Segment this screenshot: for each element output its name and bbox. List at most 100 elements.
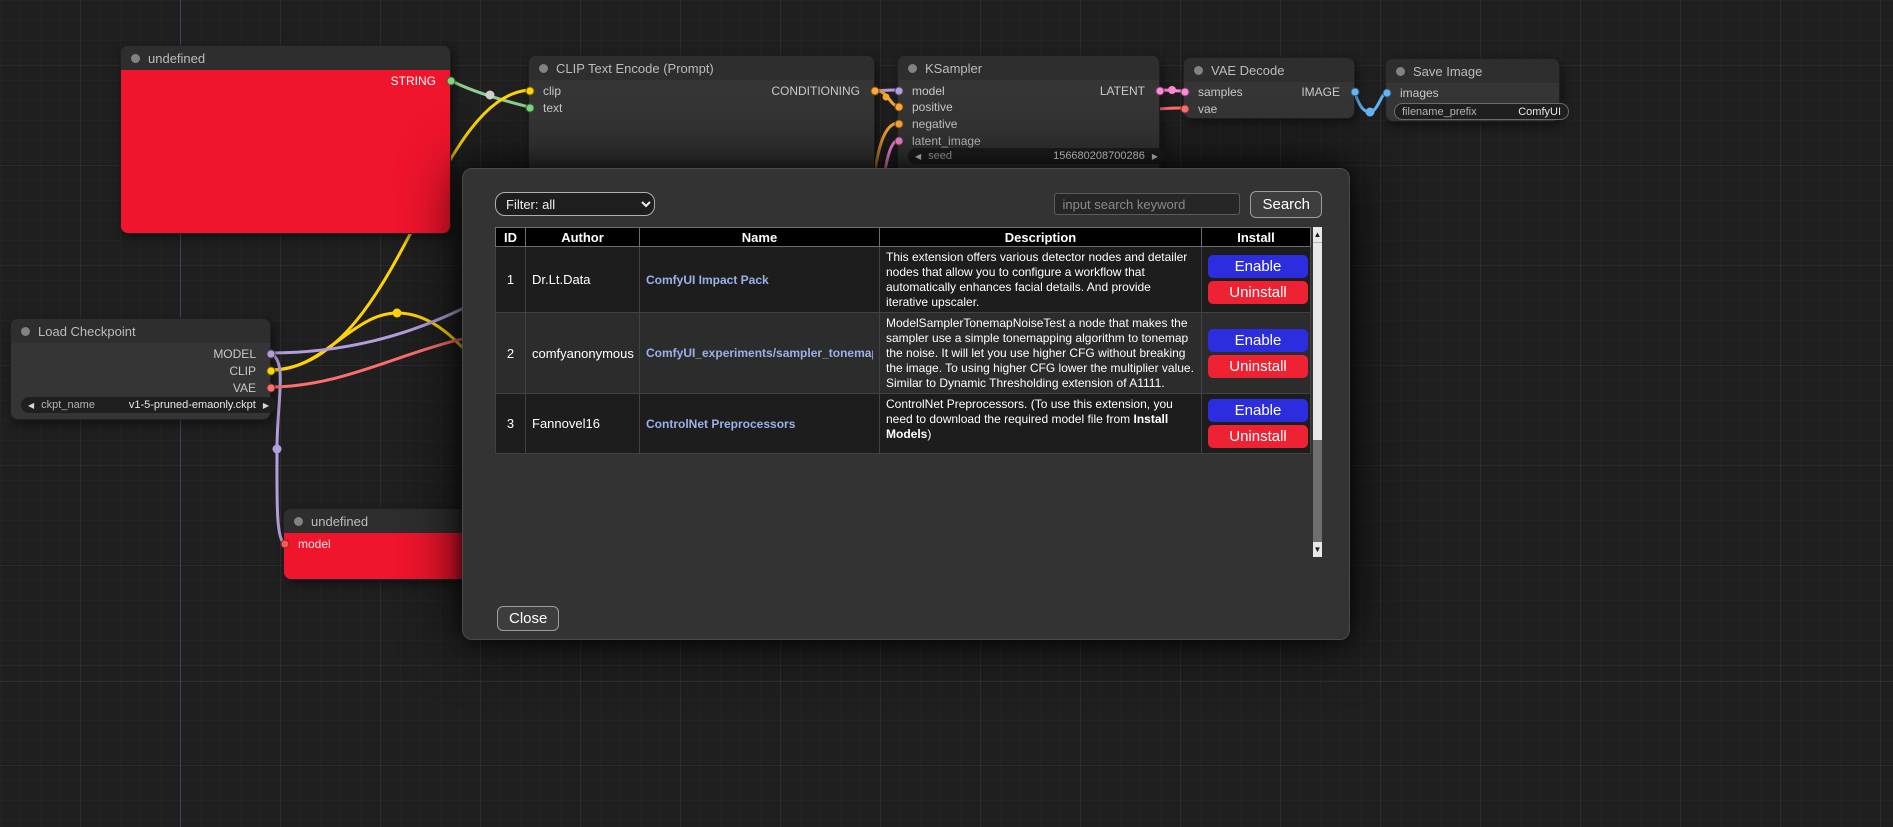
previous-arrow-icon[interactable]: ◀ — [28, 401, 34, 410]
link-midpoint-dot — [1366, 108, 1375, 117]
node-collapse-dot[interactable] — [1396, 67, 1405, 76]
header-id: ID — [496, 228, 526, 247]
ckpt-name-widget[interactable]: ◀ ckpt_name v1-5-pruned-emaonly.ckpt ▶ — [21, 397, 276, 413]
cell-author: Fannovel16 — [526, 394, 640, 454]
input-slot-dot[interactable] — [526, 104, 535, 113]
widget-label: filename_prefix — [1402, 106, 1477, 118]
node-title: undefined — [148, 51, 205, 66]
node-title-bar[interactable]: undefined — [121, 46, 450, 70]
search-input[interactable] — [1054, 193, 1240, 215]
node-save-image[interactable]: Save Image images filename_prefix ComfyU… — [1385, 58, 1560, 122]
node-title: KSampler — [925, 61, 982, 76]
output-slot-dot[interactable] — [871, 87, 880, 96]
link-midpoint-dot — [393, 309, 402, 318]
output-slot-dot[interactable] — [1351, 88, 1360, 97]
output-slot-dot[interactable] — [447, 77, 456, 86]
node-load-checkpoint[interactable]: Load Checkpoint MODEL CLIP VAE ◀ ckpt_na… — [10, 318, 271, 420]
node-vae-decode[interactable]: VAE Decode samples vae IMAGE — [1183, 57, 1355, 119]
node-title-bar[interactable]: CLIP Text Encode (Prompt) — [529, 56, 874, 80]
node-undefined-bottom[interactable]: undefined model — [283, 508, 468, 580]
enable-button[interactable]: Enable — [1208, 255, 1308, 278]
output-slot-dot[interactable] — [267, 384, 276, 393]
input-label-vae: vae — [1198, 101, 1217, 117]
input-slot-dot[interactable] — [895, 120, 904, 129]
input-label-images: images — [1400, 85, 1439, 101]
output-label-vae: VAE — [233, 380, 256, 396]
node-title-bar[interactable]: Load Checkpoint — [11, 319, 270, 343]
input-label-negative: negative — [912, 116, 957, 132]
header-description: Description — [880, 228, 1202, 247]
table-header-row: ID Author Name Description Install — [496, 228, 1311, 247]
scroll-up-icon: ▲ — [1314, 230, 1322, 239]
scrollbar-track[interactable] — [1313, 440, 1322, 542]
uninstall-button[interactable]: Uninstall — [1208, 281, 1308, 304]
input-slot-dot[interactable] — [1181, 88, 1190, 97]
scrollbar-thumb[interactable] — [1313, 242, 1322, 440]
input-slot-dot[interactable] — [1383, 89, 1392, 98]
header-install: Install — [1202, 228, 1311, 247]
seed-widget[interactable]: ◀ seed 156680208700286 ▶ — [908, 148, 1165, 164]
close-button[interactable]: Close — [497, 606, 559, 631]
extension-link[interactable]: ControlNet Preprocessors — [646, 417, 873, 431]
header-author: Author — [526, 228, 640, 247]
input-label-samples: samples — [1198, 84, 1243, 100]
output-slot-dot[interactable] — [1156, 87, 1165, 96]
comfyui-canvas[interactable]: undefined STRING CLIP Text Encode (Promp… — [0, 0, 1893, 827]
cell-install: Enable Uninstall — [1202, 394, 1311, 454]
input-slot-dot[interactable] — [895, 87, 904, 96]
node-collapse-dot[interactable] — [131, 54, 140, 63]
link-midpoint-dot — [1168, 86, 1176, 94]
scroll-up-button[interactable]: ▲ — [1313, 227, 1322, 242]
search-button[interactable]: Search — [1250, 191, 1322, 218]
node-collapse-dot[interactable] — [539, 64, 548, 73]
output-slot-dot[interactable] — [267, 350, 276, 359]
widget-label: seed — [928, 150, 952, 162]
node-collapse-dot[interactable] — [21, 327, 30, 336]
input-slot-dot[interactable] — [526, 87, 535, 96]
node-title-bar[interactable]: undefined — [284, 509, 467, 533]
node-collapse-dot[interactable] — [294, 517, 303, 526]
cell-description: ControlNet Preprocessors. (To use this e… — [880, 394, 1202, 454]
table-row: 1 Dr.Lt.Data ComfyUI Impact Pack This ex… — [496, 247, 1311, 313]
input-slot-dot[interactable] — [895, 103, 904, 112]
input-label-model: model — [298, 536, 331, 552]
node-undefined-top[interactable]: undefined STRING — [120, 45, 451, 234]
output-label-conditioning: CONDITIONING — [771, 83, 860, 99]
dialog-toolbar: Filter: all Search — [495, 191, 1322, 217]
node-title: CLIP Text Encode (Prompt) — [556, 61, 714, 76]
table-scrollbar[interactable]: ▲ ▼ — [1313, 227, 1322, 557]
decrement-arrow-icon[interactable]: ◀ — [915, 152, 921, 161]
input-slot-dot[interactable] — [895, 137, 904, 146]
input-slot-dot[interactable] — [1181, 105, 1190, 114]
filename-prefix-widget[interactable]: filename_prefix ComfyUI — [1394, 103, 1569, 120]
input-label-latent-image: latent_image — [912, 133, 981, 149]
node-title-bar[interactable]: KSampler — [898, 56, 1159, 80]
node-collapse-dot[interactable] — [1194, 66, 1203, 75]
input-slot-dot[interactable] — [281, 540, 290, 549]
cell-author: comfyanonymous — [526, 313, 640, 394]
cell-description: ModelSamplerTonemapNoiseTest a node that… — [880, 313, 1202, 394]
next-arrow-icon[interactable]: ▶ — [263, 401, 269, 410]
extension-link[interactable]: ComfyUI_experiments/sampler_tonemap — [646, 346, 873, 360]
node-title-bar[interactable]: Save Image — [1386, 59, 1559, 83]
scroll-down-icon: ▼ — [1314, 545, 1322, 554]
widget-value: ComfyUI — [1518, 106, 1561, 118]
output-label-latent: LATENT — [1100, 83, 1145, 99]
node-collapse-dot[interactable] — [908, 64, 917, 73]
input-label-clip: clip — [543, 83, 561, 99]
output-label-string: STRING — [391, 73, 436, 89]
increment-arrow-icon[interactable]: ▶ — [1152, 152, 1158, 161]
widget-value: v1-5-pruned-emaonly.ckpt — [129, 399, 256, 411]
cell-name: ControlNet Preprocessors — [640, 394, 880, 454]
extension-link[interactable]: ComfyUI Impact Pack — [646, 273, 873, 287]
node-title: VAE Decode — [1211, 63, 1284, 78]
scroll-down-button[interactable]: ▼ — [1313, 542, 1322, 557]
uninstall-button[interactable]: Uninstall — [1208, 425, 1308, 448]
filter-select[interactable]: Filter: all — [495, 192, 655, 216]
extension-table-body: 1 Dr.Lt.Data ComfyUI Impact Pack This ex… — [496, 247, 1311, 454]
uninstall-button[interactable]: Uninstall — [1208, 355, 1308, 378]
node-title-bar[interactable]: VAE Decode — [1184, 58, 1354, 82]
output-slot-dot[interactable] — [267, 367, 276, 376]
enable-button[interactable]: Enable — [1208, 399, 1308, 422]
enable-button[interactable]: Enable — [1208, 329, 1308, 352]
